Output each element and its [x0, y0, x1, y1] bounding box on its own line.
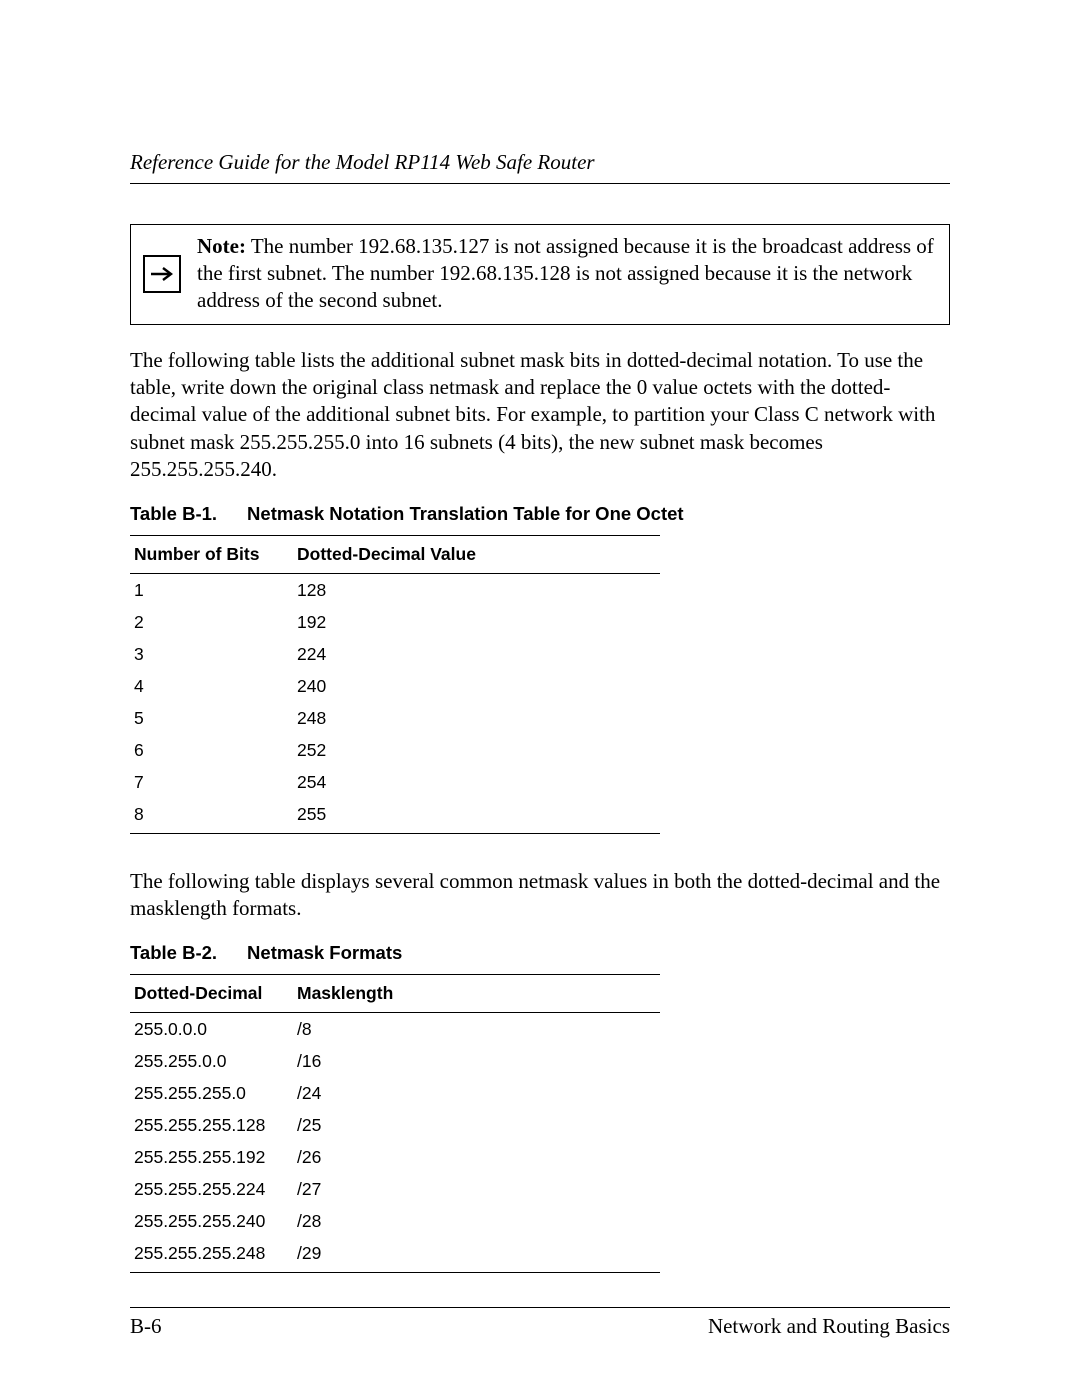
- table2-cell: /26: [293, 1141, 660, 1173]
- table2-cell: 255.255.255.192: [130, 1141, 293, 1173]
- table-row: 255.255.255.240/28: [130, 1205, 660, 1237]
- table2-cell: /25: [293, 1109, 660, 1141]
- table-row: 255.255.255.0/24: [130, 1077, 660, 1109]
- table2-cell: 255.255.0.0: [130, 1045, 293, 1077]
- table1-cell: 248: [293, 702, 660, 734]
- table1-cell: 2: [130, 606, 293, 638]
- table2-caption: Table B-2. Netmask Formats: [130, 942, 950, 964]
- table1-caption: Table B-1. Netmask Notation Translation T…: [130, 503, 950, 525]
- running-head: Reference Guide for the Model RP114 Web …: [130, 150, 950, 175]
- table2-header-col2: Masklength: [293, 975, 660, 1013]
- table1-cell: 254: [293, 766, 660, 798]
- table2-cell: 255.255.255.224: [130, 1173, 293, 1205]
- paragraph-2: The following table displays several com…: [130, 868, 950, 923]
- table-b2: Dotted-Decimal Masklength 255.0.0.0/8255…: [130, 974, 660, 1273]
- arrow-right-icon: [143, 255, 181, 293]
- table1-cell: 224: [293, 638, 660, 670]
- table2-cell: /24: [293, 1077, 660, 1109]
- table1-header-col2: Dotted-Decimal Value: [293, 536, 660, 574]
- table1-cap-title: Netmask Notation Translation Table for O…: [247, 503, 684, 524]
- page-number: B-6: [130, 1314, 162, 1339]
- table1-header-col1: Number of Bits: [130, 536, 293, 574]
- table-row: 255.255.255.192/26: [130, 1141, 660, 1173]
- footer-rule: [130, 1307, 950, 1308]
- note-text: Note: The number 192.68.135.127 is not a…: [193, 225, 949, 324]
- table-row: 6252: [130, 734, 660, 766]
- note-box: Note: The number 192.68.135.127 is not a…: [130, 224, 950, 325]
- table-row: 255.255.0.0/16: [130, 1045, 660, 1077]
- table-row: 255.255.255.224/27: [130, 1173, 660, 1205]
- table2-cell: 255.255.255.0: [130, 1077, 293, 1109]
- table-row: 4240: [130, 670, 660, 702]
- table-row: 5248: [130, 702, 660, 734]
- note-label: Note:: [197, 234, 246, 258]
- table1-cell: 7: [130, 766, 293, 798]
- table1-cell: 5: [130, 702, 293, 734]
- table2-cap-num: Table B-2.: [130, 942, 217, 964]
- table2-cell: /27: [293, 1173, 660, 1205]
- table1-cell: 255: [293, 798, 660, 833]
- table1-cap-num: Table B-1.: [130, 503, 217, 525]
- table1-cell: 4: [130, 670, 293, 702]
- table-row: 7254: [130, 766, 660, 798]
- table1-cell: 252: [293, 734, 660, 766]
- table1-cell: 6: [130, 734, 293, 766]
- table2-cell: /29: [293, 1237, 660, 1272]
- note-body: The number 192.68.135.127 is not assigne…: [197, 234, 934, 312]
- page-footer: B-6 Network and Routing Basics: [130, 1307, 950, 1339]
- table-row: 255.0.0.0/8: [130, 1013, 660, 1046]
- table1-cell: 192: [293, 606, 660, 638]
- section-title: Network and Routing Basics: [708, 1314, 950, 1339]
- header-rule: [130, 183, 950, 184]
- table2-cell: /16: [293, 1045, 660, 1077]
- table-row: 255.255.255.248/29: [130, 1237, 660, 1272]
- note-icon-cell: [131, 225, 193, 324]
- table1-cell: 128: [293, 574, 660, 607]
- table-row: 8255: [130, 798, 660, 833]
- table-row: 2192: [130, 606, 660, 638]
- table2-cell: 255.0.0.0: [130, 1013, 293, 1046]
- table2-header-col1: Dotted-Decimal: [130, 975, 293, 1013]
- table2-cell: /28: [293, 1205, 660, 1237]
- table-row: 255.255.255.128/25: [130, 1109, 660, 1141]
- table-row: 1128: [130, 574, 660, 607]
- table2-cap-title: Netmask Formats: [247, 942, 402, 963]
- table1-cell: 8: [130, 798, 293, 833]
- table-b1: Number of Bits Dotted-Decimal Value 1128…: [130, 535, 660, 834]
- table2-cell: 255.255.255.248: [130, 1237, 293, 1272]
- table-row: 3224: [130, 638, 660, 670]
- table2-cell: 255.255.255.240: [130, 1205, 293, 1237]
- table1-cell: 1: [130, 574, 293, 607]
- paragraph-1: The following table lists the additional…: [130, 347, 950, 483]
- table1-cell: 240: [293, 670, 660, 702]
- table2-cell: 255.255.255.128: [130, 1109, 293, 1141]
- table1-cell: 3: [130, 638, 293, 670]
- table2-cell: /8: [293, 1013, 660, 1046]
